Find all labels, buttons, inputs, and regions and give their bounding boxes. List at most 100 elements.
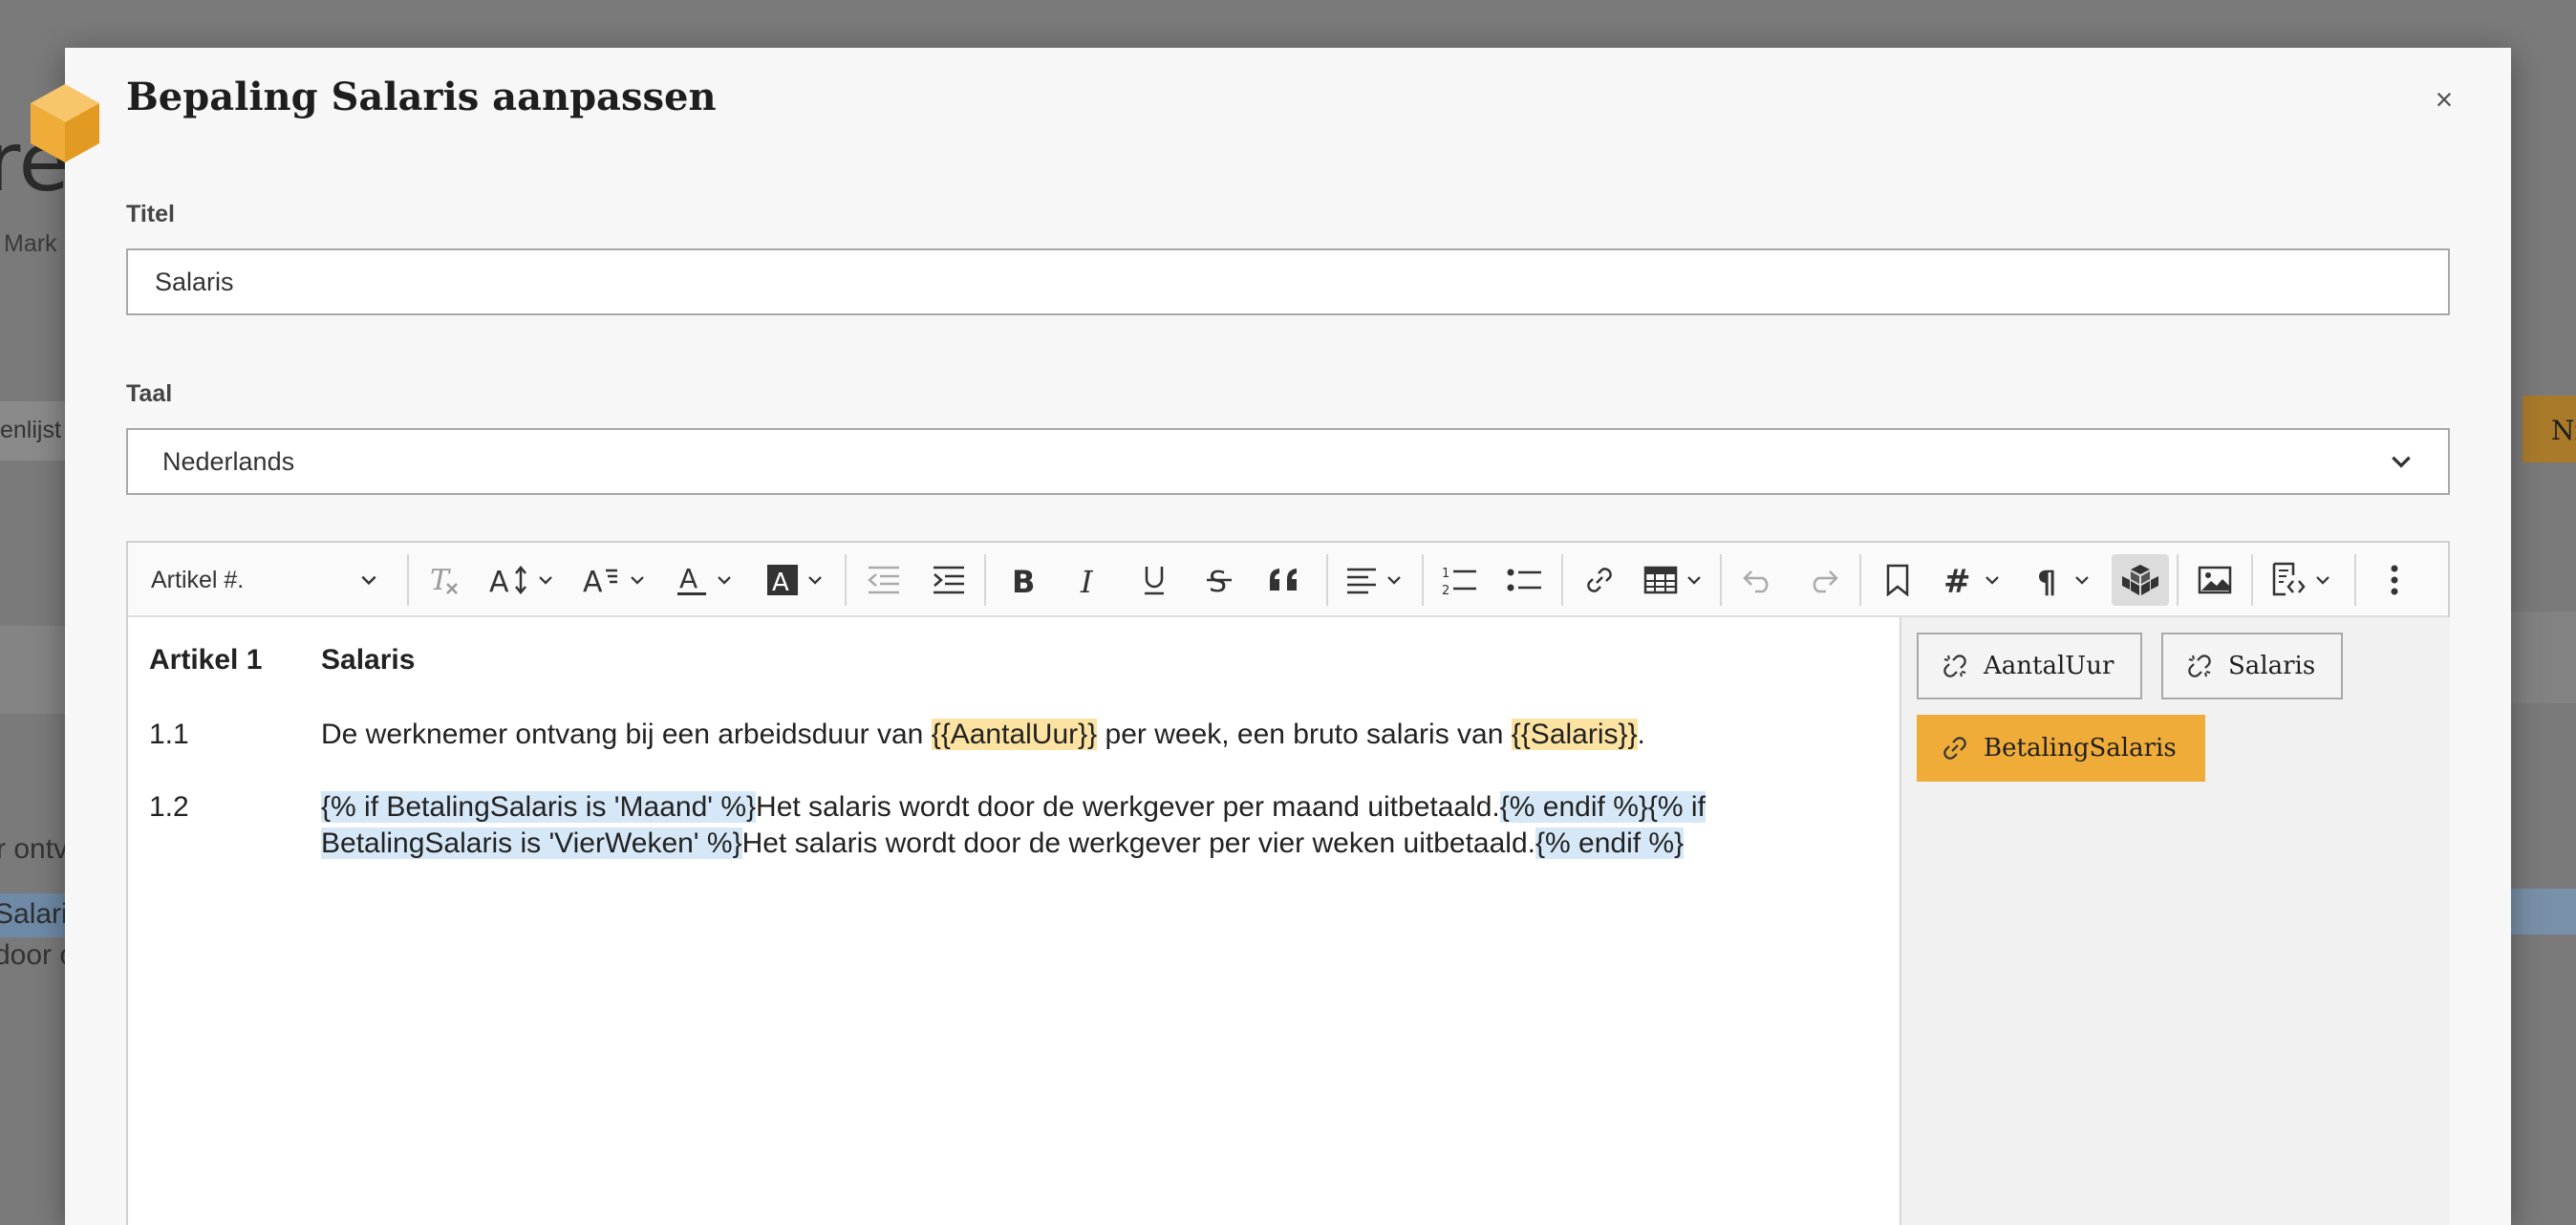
undo-button[interactable] <box>1729 554 1787 606</box>
language-select[interactable]: Nederlands <box>126 428 2450 495</box>
background-band <box>0 626 65 714</box>
background-subtitle: Mark <box>4 230 57 257</box>
variable-button-salaris[interactable]: Salaris <box>2161 633 2343 699</box>
edit-clause-modal: Bepaling Salaris aanpassen × Titel Taal … <box>65 48 2511 1225</box>
svg-text:1: 1 <box>1442 567 1449 581</box>
language-select-value: Nederlands <box>162 446 295 476</box>
toolbar-divider <box>1561 554 1563 606</box>
variable-placeholder[interactable]: {{AantalUur}} <box>931 719 1098 750</box>
title-label: Titel <box>126 201 175 227</box>
rich-text-editor: Artikel #. T A A A A B I S 1 2 # ¶ Artik… <box>126 541 2450 1225</box>
align-button[interactable] <box>1336 554 1412 606</box>
strikethrough-icon: S <box>1207 566 1232 597</box>
table-icon <box>1643 566 1678 594</box>
svg-text:B: B <box>1012 564 1035 596</box>
title-input[interactable] <box>126 248 2450 315</box>
variables-panel: AantalUur Salaris BetalingSalaris <box>1900 617 2450 1225</box>
svg-text:A: A <box>772 569 789 597</box>
toolbar-divider <box>2177 554 2179 606</box>
blockquote-button[interactable] <box>1256 554 1313 606</box>
unlink-icon <box>1943 655 1966 677</box>
background-text: r ontv <box>0 833 69 865</box>
font-background-icon: A <box>767 565 798 597</box>
variable-button-label: Salaris <box>2228 652 2316 680</box>
background-next-button-label: Ni <box>2551 415 2576 446</box>
cube-logo-icon <box>31 84 99 162</box>
close-button[interactable]: × <box>2425 80 2463 118</box>
heading-number-button[interactable]: # <box>1934 554 2010 606</box>
bold-icon: B <box>1012 564 1035 596</box>
underline-icon <box>1145 567 1164 595</box>
remove-format-icon: T <box>430 564 458 597</box>
variables-button[interactable] <box>2112 554 2169 606</box>
unlink-icon <box>2188 655 2211 677</box>
bulleted-list-button[interactable] <box>1496 554 1554 606</box>
undo-icon <box>1743 570 1769 593</box>
svg-text:¶: ¶ <box>2037 564 2056 596</box>
editor-toolbar: Artikel #. T A A A A B I S 1 2 # ¶ <box>128 543 2448 617</box>
chevron-down-icon <box>1687 576 1701 585</box>
bold-button[interactable]: B <box>996 554 1053 606</box>
outdent-button[interactable] <box>856 554 912 606</box>
variable-button-label: BetalingSalaris <box>1984 734 2177 763</box>
heading-select[interactable]: Artikel #. <box>140 554 390 606</box>
blockquote-icon <box>1270 569 1297 591</box>
paragraph-number: 1.1 <box>149 719 189 750</box>
font-family-button[interactable]: A <box>577 554 652 606</box>
svg-text:#: # <box>1943 564 1971 596</box>
paragraph-button[interactable]: ¶ <box>2026 554 2102 606</box>
strikethrough-button[interactable]: S <box>1191 554 1248 606</box>
condition-tag[interactable]: {% endif %} <box>1535 827 1685 859</box>
condition-tag[interactable]: {% if BetalingSalaris is 'Maand' %} <box>321 791 757 823</box>
table-button[interactable] <box>1634 554 1712 606</box>
text-run: . <box>1637 719 1645 750</box>
link-button[interactable] <box>1571 554 1628 606</box>
remove-format-button[interactable]: T <box>419 554 468 606</box>
language-label: Taal <box>126 380 173 407</box>
toolbar-divider <box>984 554 986 606</box>
chevron-down-icon <box>2075 576 2089 585</box>
indent-button[interactable] <box>921 554 977 606</box>
underline-button[interactable] <box>1126 554 1183 606</box>
chevron-down-icon <box>631 576 644 585</box>
variable-placeholder[interactable]: {{Salaris}} <box>1511 719 1638 750</box>
numbered-list-button[interactable]: 12 <box>1431 554 1489 606</box>
italic-button[interactable]: I <box>1061 554 1118 606</box>
editor-content[interactable]: Artikel 1 Salaris 1.1 De werknemer ontva… <box>128 617 1900 1225</box>
svg-text:2: 2 <box>1442 584 1449 596</box>
font-size-button[interactable]: A <box>483 554 560 606</box>
bookmark-button[interactable] <box>1869 554 1926 606</box>
font-background-button[interactable]: A <box>759 554 831 606</box>
heading-number-icon: # <box>1943 564 1971 596</box>
italic-icon: I <box>1080 564 1094 596</box>
paragraph-text: {% if BetalingSalaris is 'Maand' %}Het s… <box>321 789 1812 862</box>
svg-text:A: A <box>489 566 509 597</box>
variable-button-label: AantalUur <box>1984 652 2114 680</box>
font-color-button[interactable]: A <box>669 554 740 606</box>
text-run: Het salaris wordt door de werkgever per … <box>756 791 1500 823</box>
source-button[interactable] <box>2261 554 2341 606</box>
variables-icon <box>2122 565 2158 595</box>
paragraph-text: De werknemer ontvang bij een arbeidsduur… <box>321 717 1812 753</box>
chevron-down-icon <box>539 576 552 585</box>
text-run: per week, een bruto salaris van <box>1097 719 1512 750</box>
image-button[interactable] <box>2186 554 2243 606</box>
chevron-down-icon <box>1986 576 1999 585</box>
more-button[interactable] <box>2368 554 2421 606</box>
outdent-icon <box>868 566 899 594</box>
text-run: De werknemer ontvang bij een arbeidsduur… <box>321 719 932 750</box>
toolbar-divider <box>1422 554 1424 606</box>
variable-button-betalingsalaris[interactable]: BetalingSalaris <box>1917 715 2205 782</box>
redo-button[interactable] <box>1794 554 1852 606</box>
svg-text:A: A <box>583 566 603 597</box>
chevron-down-icon <box>718 576 731 585</box>
font-color-icon: A <box>677 563 706 595</box>
bulleted-list-icon <box>1507 569 1541 591</box>
variable-button-aantaluur[interactable]: AantalUur <box>1917 633 2142 699</box>
chevron-down-icon <box>2392 456 2411 468</box>
background-strip-text: enlijst <box>0 417 61 443</box>
svg-text:A: A <box>679 563 698 594</box>
redo-icon <box>1813 570 1838 593</box>
background-highlight <box>2511 889 2576 935</box>
background-text: Salari <box>0 898 68 930</box>
